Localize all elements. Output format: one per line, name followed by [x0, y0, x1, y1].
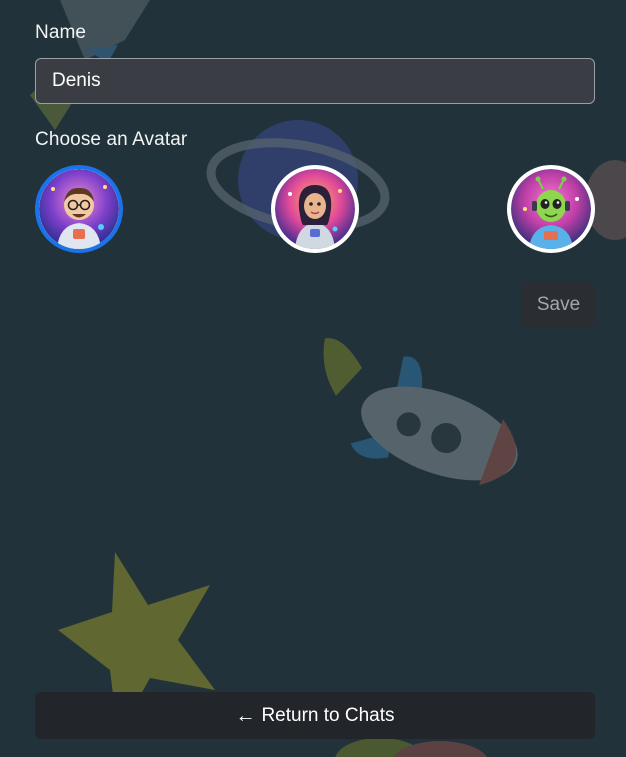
- name-input[interactable]: [35, 58, 595, 104]
- avatar-option-1[interactable]: [35, 165, 123, 253]
- profile-settings: Name Choose an Avatar: [0, 0, 626, 757]
- return-to-chats-button[interactable]: ← Return to Chats: [35, 692, 595, 739]
- arrow-left-icon: ←: [235, 704, 256, 727]
- astronaut-girl-avatar-icon: [275, 169, 355, 249]
- alien-avatar-icon: [511, 169, 591, 249]
- name-label: Name: [35, 22, 87, 43]
- save-button[interactable]: Save: [522, 282, 595, 328]
- avatar-option-2[interactable]: [271, 165, 359, 253]
- astronaut-boy-avatar-icon: [39, 169, 119, 249]
- avatar-option-3[interactable]: [507, 165, 595, 253]
- return-to-chats-label: Return to Chats: [261, 704, 395, 726]
- choose-avatar-label: Choose an Avatar: [35, 129, 188, 150]
